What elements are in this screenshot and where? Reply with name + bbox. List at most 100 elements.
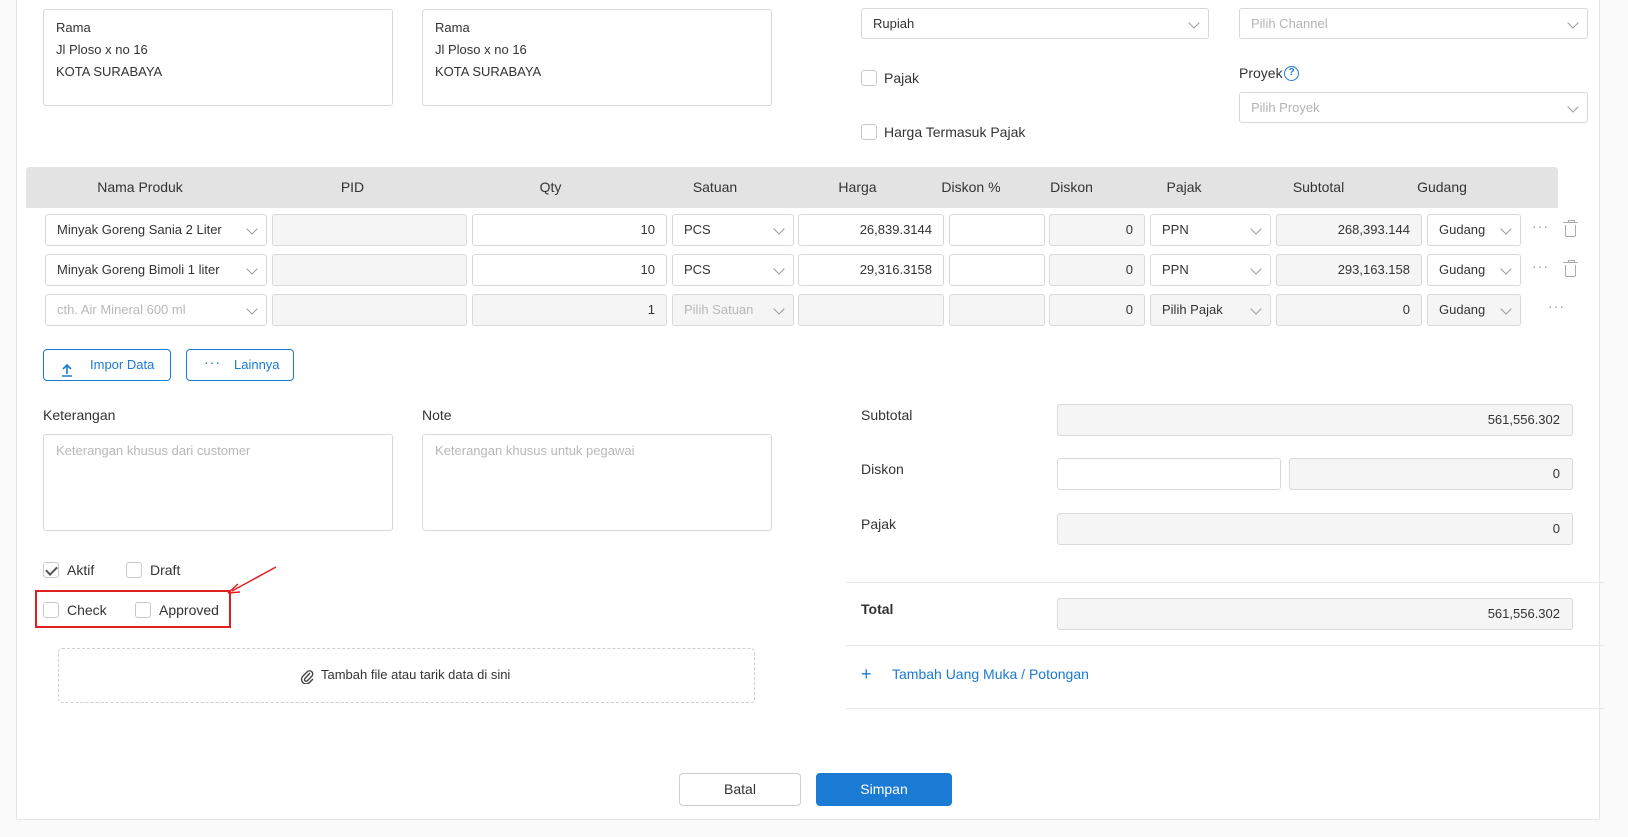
project-select[interactable]: Pilih Proyek	[1239, 92, 1588, 123]
billing-address-field[interactable]: Rama Jl Ploso x no 16 KOTA SURABAYA	[43, 9, 393, 106]
note-textarea[interactable]: Keterangan khusus untuk pegawai	[422, 434, 772, 531]
col-satuan: Satuan	[692, 179, 738, 195]
chevron-down-icon	[1500, 263, 1512, 275]
product-select[interactable]: Minyak Goreng Sania 2 Liter	[45, 214, 267, 246]
chevron-down-icon	[1250, 263, 1262, 275]
keterangan-textarea[interactable]: Keterangan khusus dari customer	[43, 434, 393, 531]
tax-select[interactable]: PPN	[1150, 214, 1271, 246]
aktif-checkbox[interactable]	[43, 562, 59, 578]
price-input[interactable]: 26,839.3144	[798, 214, 944, 246]
divider	[846, 645, 1604, 646]
summary-pajak-label: Pajak	[861, 516, 897, 532]
tax-select[interactable]: PPN	[1150, 254, 1271, 286]
warehouse-select[interactable]: Gudang	[1427, 214, 1521, 246]
price-input[interactable]	[798, 294, 944, 326]
pajak-label: Pajak	[884, 70, 920, 86]
qty-input[interactable]: 10	[472, 254, 667, 286]
more-icon[interactable]: ···	[1548, 298, 1565, 314]
import-data-button[interactable]: Impor Data	[43, 349, 171, 381]
discount-pct-input[interactable]	[949, 254, 1045, 286]
attachment-label: Tambah file atau tarik data di sini	[321, 667, 511, 682]
product-select[interactable]: cth. Air Mineral 600 ml	[45, 294, 267, 326]
product-select[interactable]: Minyak Goreng Bimoli 1 liter	[45, 254, 267, 286]
col-pid: PID	[340, 179, 365, 195]
col-diskon-pct: Diskon %	[941, 179, 1001, 195]
plus-icon: +	[861, 664, 872, 684]
unit-select[interactable]: PCS	[672, 254, 794, 286]
approved-checkbox[interactable]	[135, 602, 151, 618]
summary-subtotal-value: 561,556.302	[1057, 404, 1573, 436]
check-checkbox[interactable]	[43, 602, 59, 618]
pid-field	[272, 254, 467, 286]
tax-value: PPN	[1162, 262, 1189, 277]
more-icon: ···	[204, 354, 221, 370]
col-subtotal: Subtotal	[1292, 179, 1345, 195]
product-placeholder: cth. Air Mineral 600 ml	[57, 302, 186, 317]
chevron-down-icon	[773, 303, 785, 315]
unit-select[interactable]: PCS	[672, 214, 794, 246]
subtotal-field: 0	[1276, 294, 1422, 326]
product-value: Minyak Goreng Bimoli 1 liter	[57, 262, 220, 277]
chevron-down-icon	[246, 223, 258, 235]
col-gudang: Gudang	[1417, 179, 1467, 195]
qty-input[interactable]: 1	[472, 294, 667, 326]
unit-value: PCS	[684, 222, 711, 237]
warehouse-select[interactable]: Gudang	[1427, 294, 1521, 326]
trash-icon[interactable]	[1563, 260, 1578, 277]
note-label: Note	[422, 407, 452, 423]
summary-diskon-input[interactable]	[1057, 458, 1281, 490]
channel-select[interactable]: Pilih Channel	[1239, 8, 1588, 39]
product-value: Minyak Goreng Sania 2 Liter	[57, 222, 222, 237]
billing-name: Rama	[56, 20, 91, 35]
col-diskon: Diskon	[1050, 179, 1093, 195]
warehouse-select[interactable]: Gudang	[1427, 254, 1521, 286]
summary-diskon-value: 0	[1289, 458, 1573, 490]
warehouse-value: Gudang	[1439, 262, 1486, 277]
product-table-header: Nama Produk PID Qty Satuan Harga Diskon …	[26, 167, 1558, 208]
chevron-down-icon	[1250, 303, 1262, 315]
chevron-down-icon	[246, 263, 258, 275]
attachment-dropzone[interactable]: Tambah file atau tarik data di sini	[58, 648, 755, 703]
cancel-button[interactable]: Batal	[679, 773, 801, 806]
price-input[interactable]: 29,316.3158	[798, 254, 944, 286]
chevron-down-icon	[246, 303, 258, 315]
harga-termasuk-pajak-checkbox[interactable]	[861, 124, 877, 140]
chevron-down-icon	[773, 223, 785, 235]
summary-subtotal-label: Subtotal	[861, 407, 913, 423]
qty-input[interactable]: 10	[472, 214, 667, 246]
trash-icon[interactable]	[1563, 220, 1578, 237]
channel-placeholder: Pilih Channel	[1251, 16, 1328, 31]
discount-pct-input[interactable]	[949, 294, 1045, 326]
shipping-name: Rama	[435, 20, 470, 35]
shipping-address-field[interactable]: Rama Jl Ploso x no 16 KOTA SURABAYA	[422, 9, 772, 106]
billing-city: KOTA SURABAYA	[56, 64, 163, 79]
col-harga: Harga	[838, 179, 877, 195]
discount-field: 0	[1049, 214, 1145, 246]
draft-checkbox[interactable]	[126, 562, 142, 578]
unit-select[interactable]: Pilih Satuan	[672, 294, 794, 326]
more-label: Lainnya	[234, 357, 280, 372]
subtotal-field: 293,163.158	[1276, 254, 1422, 286]
col-nama-produk: Nama Produk	[97, 179, 183, 195]
subtotal-field: 268,393.144	[1276, 214, 1422, 246]
help-icon[interactable]: ?	[1284, 66, 1299, 81]
currency-select[interactable]: Rupiah	[861, 8, 1209, 39]
chevron-down-icon	[1500, 303, 1512, 315]
warehouse-value: Gudang	[1439, 222, 1486, 237]
discount-pct-input[interactable]	[949, 214, 1045, 246]
more-icon[interactable]: ···	[1532, 218, 1549, 234]
note-placeholder: Keterangan khusus untuk pegawai	[435, 443, 635, 458]
pajak-checkbox[interactable]	[861, 70, 877, 86]
more-icon[interactable]: ···	[1532, 258, 1549, 274]
check-label: Check	[67, 602, 107, 618]
add-down-payment-label: Tambah Uang Muka / Potongan	[892, 666, 1089, 682]
save-button[interactable]: Simpan	[816, 773, 952, 806]
discount-field: 0	[1049, 254, 1145, 286]
divider	[846, 708, 1604, 709]
arrow-annotation-icon	[227, 566, 277, 594]
more-button[interactable]: ··· Lainnya	[186, 349, 294, 381]
chevron-down-icon	[1188, 17, 1200, 29]
tax-select[interactable]: Pilih Pajak	[1150, 294, 1271, 326]
tax-value: PPN	[1162, 222, 1189, 237]
col-qty: Qty	[539, 179, 562, 195]
